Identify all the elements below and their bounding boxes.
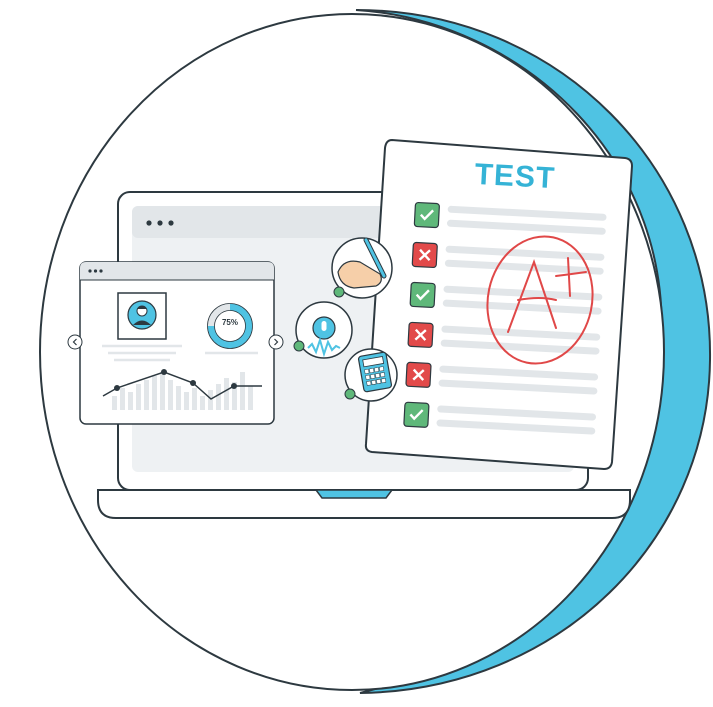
- user-avatar-icon: [117, 292, 167, 340]
- window-dot-icon: [99, 269, 103, 273]
- carousel-next-button[interactable]: [268, 334, 284, 350]
- check-icon: [409, 281, 436, 308]
- test-title: TEST: [473, 157, 557, 196]
- window-dot-icon: [157, 220, 163, 226]
- window-dot-icon: [146, 220, 152, 226]
- window-dot-icon: [88, 269, 92, 273]
- laptop-notch: [314, 489, 394, 499]
- check-icon: [413, 201, 440, 229]
- cross-icon: [411, 241, 438, 269]
- cross-icon: [405, 361, 432, 388]
- cross-icon: [407, 321, 434, 348]
- carousel-prev-button[interactable]: [67, 334, 83, 350]
- progress-percent-label: 75%: [221, 318, 238, 327]
- window-dot-icon: [168, 220, 174, 226]
- calculator-icon: [344, 348, 398, 402]
- browser-card: [67, 261, 284, 425]
- writing-hand-icon: [331, 237, 393, 299]
- window-dot-icon: [93, 269, 98, 273]
- check-icon: [403, 401, 430, 428]
- illustration: [39, 9, 712, 694]
